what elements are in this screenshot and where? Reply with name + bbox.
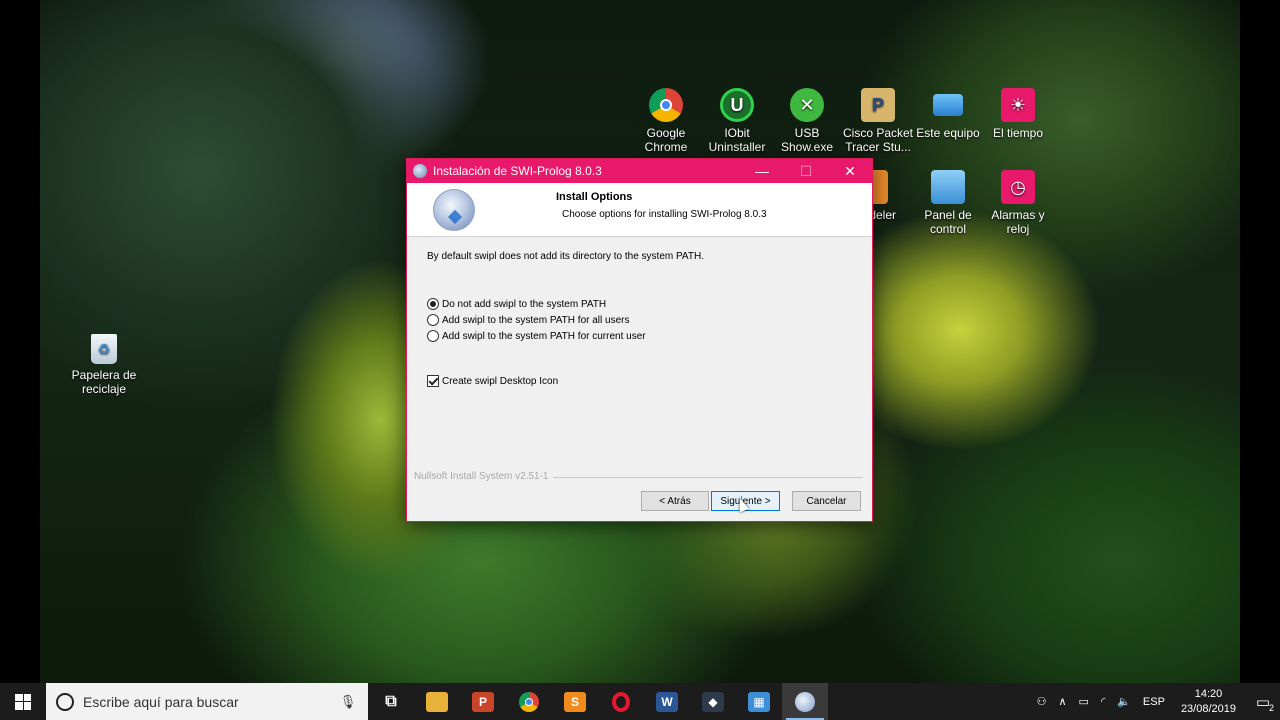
radio-label: Add swipl to the system PATH for all use… [442,314,630,326]
installer-header: Install Options Choose options for insta… [407,183,872,237]
desktop-icon-packet-tracer[interactable]: P Cisco Packet Tracer Stu... [840,88,916,154]
page-subtitle: Choose options for installing SWI-Prolog… [562,209,767,220]
options-panel: By default swipl does not add its direct… [427,251,862,387]
taskbar-task-view[interactable]: ⧉ [368,683,414,720]
branding-divider [553,477,862,478]
usb-show-icon: ✕ [790,88,824,122]
taskbar-file-explorer[interactable] [414,683,460,720]
clock[interactable]: 14:20 23/08/2019 [1181,687,1236,717]
desktop-icon-label: USB Show.exe [780,126,834,154]
opera-icon [612,691,630,712]
recycle-bin-icon: ♻ [91,334,117,364]
desktop-icon-iobit[interactable]: U IObit Uninstaller [699,88,775,154]
desktop-icon-label: Cisco Packet Tracer Stu... [842,126,914,154]
wifi-icon[interactable]: ◜ [1101,695,1105,708]
desktop-icon-checkbox-row[interactable]: Create swipl Desktop Icon [427,374,558,388]
search-placeholder: Escribe aquí para buscar [83,693,239,710]
wallpaper-border-right [1240,0,1280,683]
desktop-icon-label: Este equipo [916,126,980,140]
chrome-icon [649,88,683,122]
page-title: Install Options [556,191,633,203]
taskbar-sublime-text[interactable]: S [552,683,598,720]
notification-icon: ▭ [1255,693,1271,711]
computer-icon [933,94,963,116]
radio-label: Do not add swipl to the system PATH [442,298,607,310]
taskbar-chrome[interactable] [506,683,552,720]
notification-count: 2 [1268,703,1274,713]
packet-tracer-icon: P [861,88,895,122]
cortana-icon [56,692,74,711]
show-hidden-icons-chevron-icon[interactable]: ∧ [1058,695,1066,708]
alarm-clock-icon: ◷ [1001,170,1035,204]
app-blue-icon: ▦ [748,691,770,712]
taskbar-app-blue[interactable]: ▦ [736,683,782,720]
radio-button[interactable] [427,314,439,326]
system-tray: ⚇ ∧ ▭ ◜ 🔈 ESP 14:20 23/08/2019 ▭ 2 [1031,683,1280,720]
sublime-text-icon: S [564,691,586,712]
close-button[interactable]: ✕ [828,159,872,183]
desktop-icon-label: Google Chrome [644,126,688,154]
desktop-icon-chrome[interactable]: Google Chrome [628,88,704,154]
desktop-icon-usb-show[interactable]: ✕ USB Show.exe [769,88,845,154]
radio-button[interactable] [427,330,439,342]
desktop-icon-checkbox[interactable] [427,375,439,387]
action-center-button[interactable]: ▭ 2 [1246,683,1280,720]
radio-option-current-user[interactable]: Add swipl to the system PATH for current… [427,329,646,343]
nsis-branding: Nullsoft Install System v2.51-1 [414,471,549,482]
taskbar-powerpoint[interactable]: P [460,683,506,720]
folder-icon [426,691,448,712]
taskbar-swi-prolog-installer[interactable] [782,683,828,720]
clock-time: 14:20 [1194,687,1223,700]
desktop-icon-recycle-bin[interactable]: ♻ Papelera de reciclaje [66,334,142,396]
windows-logo-icon [15,693,31,710]
desktop-icon-label: El tiempo [992,126,1044,140]
powerpoint-icon: P [472,691,494,712]
radio-option-no-path[interactable]: Do not add swipl to the system PATH [427,297,606,311]
people-icon[interactable]: ⚇ [1037,695,1047,708]
checkbox-label: Create swipl Desktop Icon [442,375,559,387]
desktop-icon-alarms[interactable]: ◷ Alarmas y reloj [980,170,1056,236]
taskbar-word[interactable]: W [644,683,690,720]
taskbar: Escribe aquí para buscar 🎙 ⧉ P S W ◆ ▦ ⚇… [0,683,1280,720]
start-button[interactable] [0,683,46,720]
battery-icon[interactable]: ▭ [1079,695,1089,708]
minimize-button[interactable]: — [740,159,784,183]
installer-logo-icon [433,189,475,231]
installer-window: Instalación de SWI-Prolog 8.0.3 — ☐ ✕ In… [406,158,873,522]
desktop-icon-weather[interactable]: ☀ El tiempo [980,88,1056,140]
intro-text: By default swipl does not add its direct… [427,251,704,262]
microphone-icon[interactable]: 🎙 [340,694,357,710]
swi-prolog-app-icon [413,164,427,178]
back-button[interactable]: < Atrás [641,491,709,511]
radio-button[interactable] [427,298,439,310]
iobit-icon: U [720,88,754,122]
desktop-icon-label: Alarmas y reloj [991,208,1045,236]
desktop-icon-label: Panel de control [924,208,972,236]
chrome-icon [519,691,539,712]
cancel-button[interactable]: Cancelar [792,491,861,511]
window-title: Instalación de SWI-Prolog 8.0.3 [433,164,602,178]
taskbar-search[interactable]: Escribe aquí para buscar 🎙 [46,683,368,720]
maximize-button[interactable]: ☐ [784,159,828,183]
window-titlebar[interactable]: Instalación de SWI-Prolog 8.0.3 — ☐ ✕ [407,159,872,183]
taskbar-app-dark[interactable]: ◆ [690,683,736,720]
wallpaper-border-left [0,0,40,683]
desktop-icon-label: IObit Uninstaller [708,126,766,154]
clock-date: 23/08/2019 [1180,702,1236,715]
volume-icon[interactable]: 🔈 [1117,695,1131,708]
weather-icon: ☀ [1001,88,1035,122]
radio-label: Add swipl to the system PATH for current… [442,330,646,342]
radio-option-all-users[interactable]: Add swipl to the system PATH for all use… [427,313,629,327]
swi-prolog-icon [795,691,815,712]
desktop-icon-control-panel[interactable]: Panel de control [910,170,986,236]
app-dark-icon: ◆ [702,691,724,712]
taskbar-opera[interactable] [598,683,644,720]
word-icon: W [656,691,678,712]
control-panel-icon [931,170,965,204]
task-view-icon: ⧉ [385,692,397,710]
desktop-icon-this-pc[interactable]: Este equipo [910,88,986,140]
desktop-icon-label: Papelera de reciclaje [71,368,137,396]
language-indicator[interactable]: ESP [1143,696,1165,708]
